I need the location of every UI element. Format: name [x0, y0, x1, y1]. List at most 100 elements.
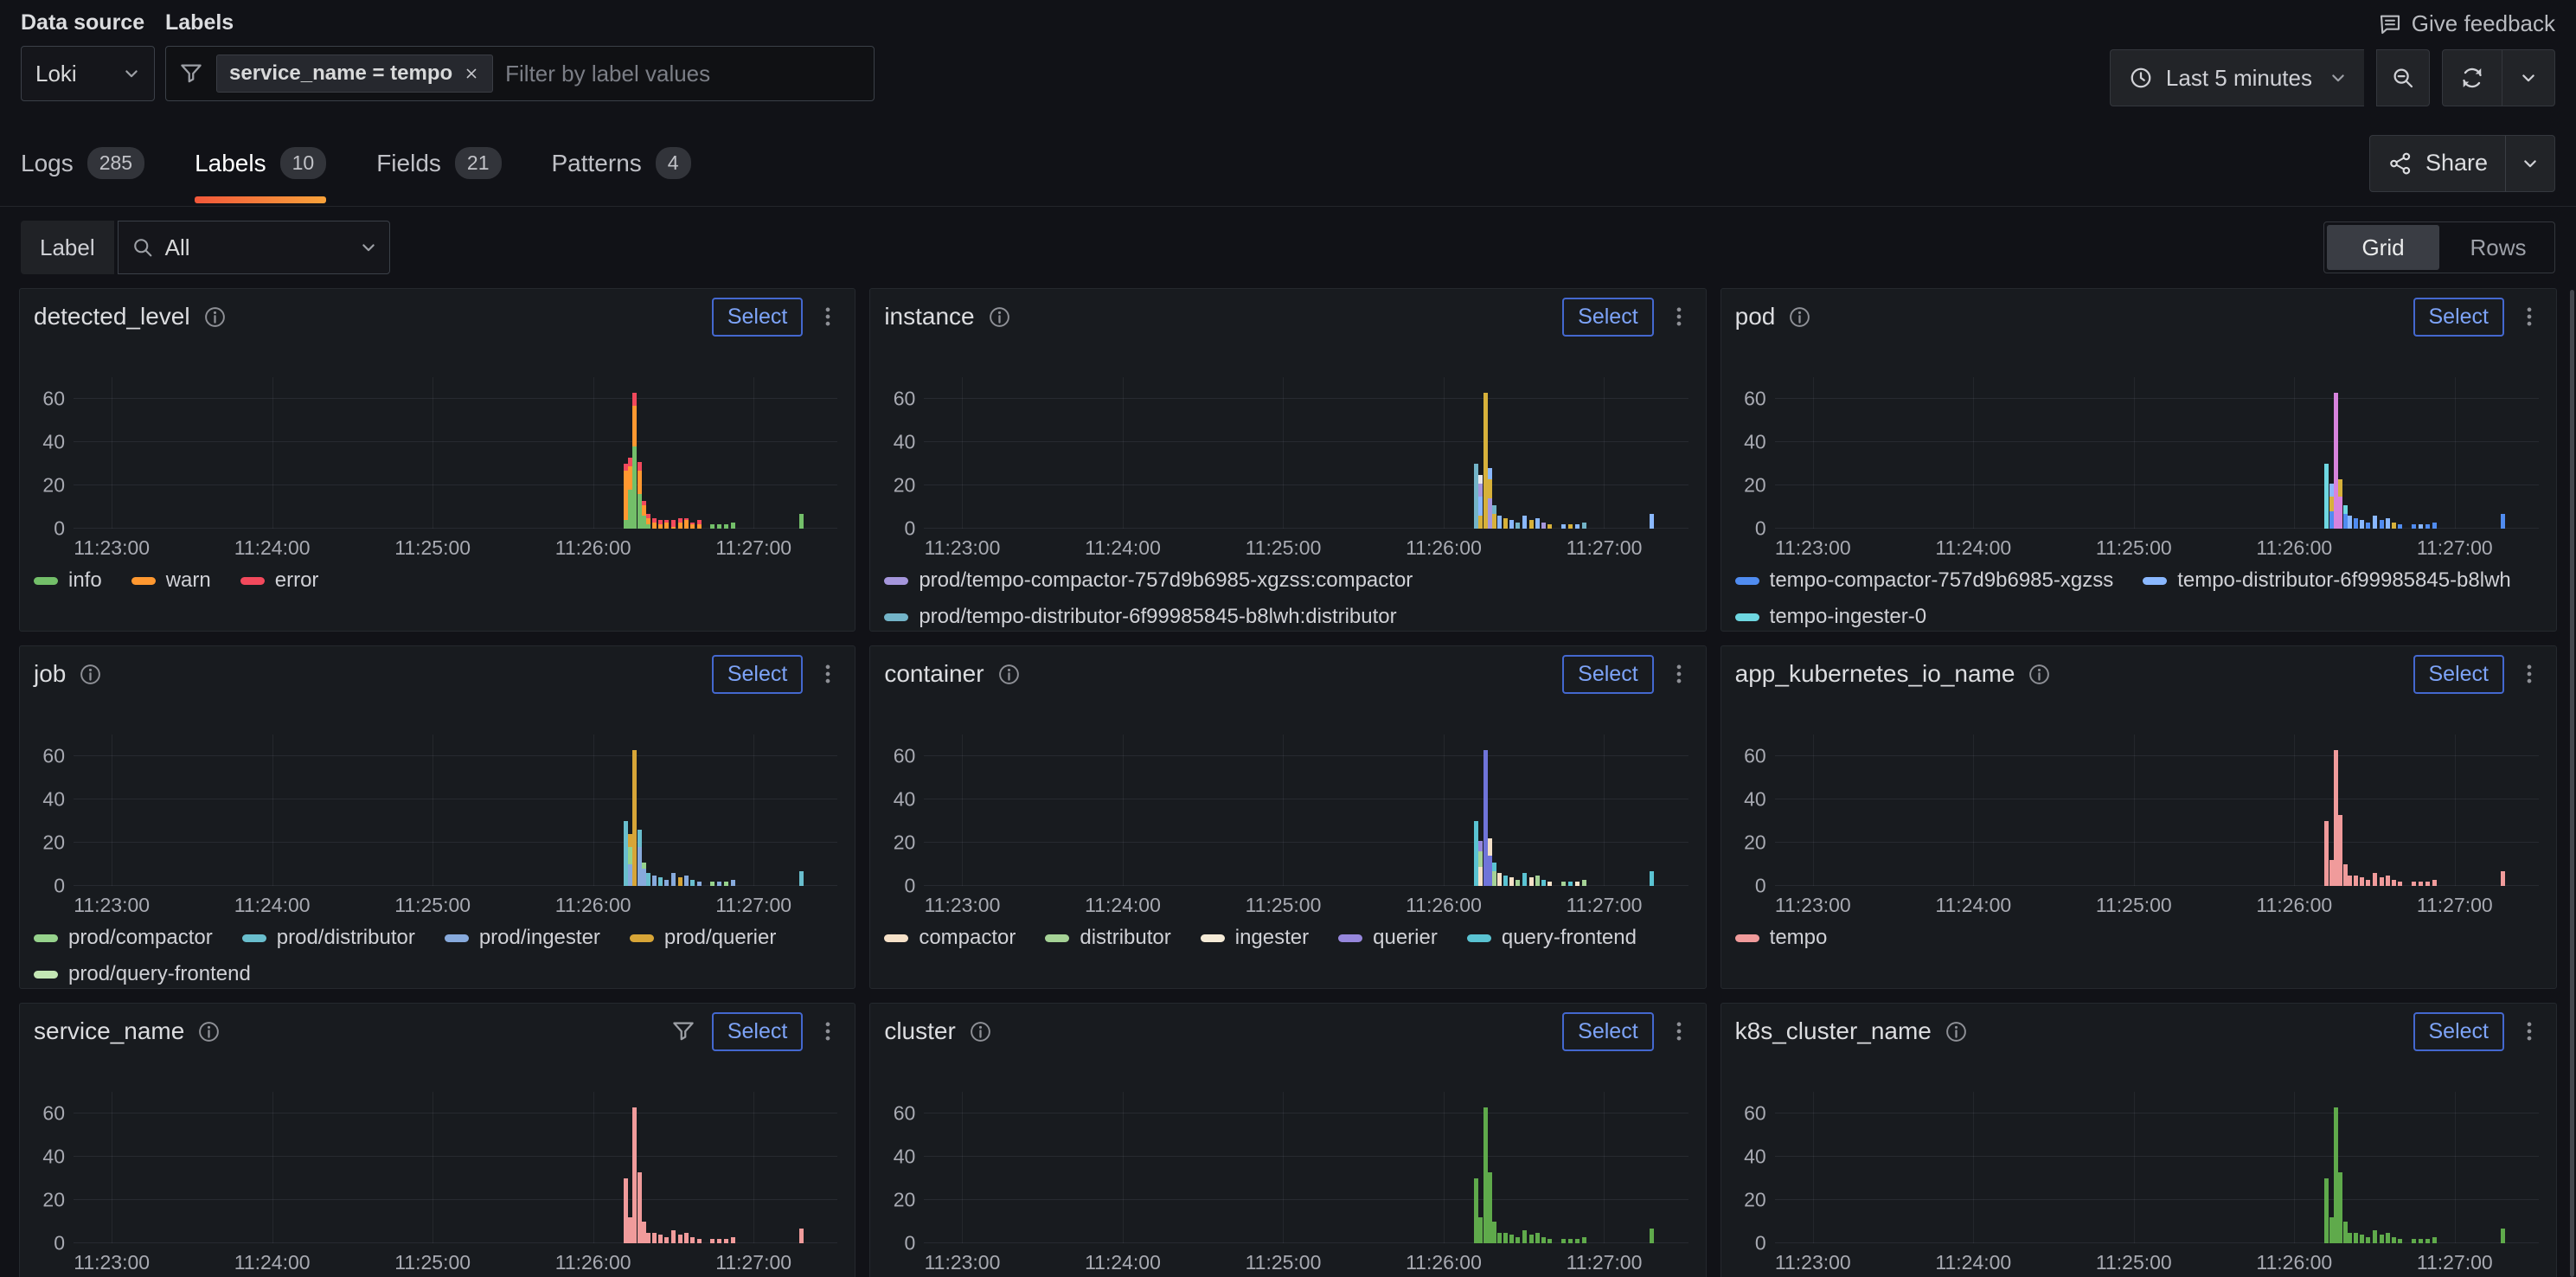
- label-filter-input[interactable]: service_name = tempo Filter by label val…: [165, 46, 875, 101]
- bar: [1541, 735, 1546, 886]
- select-button[interactable]: Select: [2413, 1012, 2504, 1051]
- legend-item[interactable]: ingester: [1201, 926, 1309, 950]
- rows-view-button[interactable]: Rows: [2442, 222, 2554, 273]
- legend-item[interactable]: prod/tempo-compactor-757d9b6985-xgzss:co…: [884, 568, 1413, 593]
- select-button[interactable]: Select: [1562, 655, 1653, 694]
- y-tick-label: 40: [42, 788, 65, 812]
- legend-item[interactable]: distributor: [1045, 926, 1170, 950]
- bar: [1474, 1092, 1478, 1243]
- bar: [1522, 735, 1527, 886]
- bar: [2392, 1092, 2396, 1243]
- zoom-out-button[interactable]: [2376, 49, 2430, 106]
- legend-item[interactable]: prod/distributor: [242, 926, 415, 950]
- panel-filter-icon[interactable]: [670, 1018, 696, 1044]
- legend-item[interactable]: prod/query-frontend: [34, 962, 251, 986]
- gridline: [1444, 735, 1445, 886]
- legend-item[interactable]: prod/tempo-distributor-6f99985845-b8lwh:…: [884, 605, 1396, 629]
- tab-count-badge: 4: [656, 147, 691, 179]
- time-range-picker[interactable]: Last 5 minutes: [2110, 49, 2364, 106]
- y-tick-label: 60: [1744, 745, 1766, 768]
- scrollbar-thumb[interactable]: [2570, 290, 2574, 1277]
- panel-menu-icon[interactable]: [2516, 661, 2542, 687]
- select-button[interactable]: Select: [712, 655, 803, 694]
- panel-menu-icon[interactable]: [815, 1018, 841, 1044]
- plot[interactable]: [924, 735, 1688, 886]
- select-button[interactable]: Select: [1562, 1012, 1653, 1051]
- bar: [731, 377, 735, 529]
- y-tick-label: 0: [905, 1232, 916, 1255]
- tab-patterns[interactable]: Patterns4: [552, 120, 691, 206]
- panel-menu-icon[interactable]: [2516, 304, 2542, 330]
- panel-menu-icon[interactable]: [2516, 1018, 2542, 1044]
- tab-logs[interactable]: Logs285: [21, 120, 144, 206]
- legend-item[interactable]: tempo-compactor-757d9b6985-xgzss: [1735, 568, 2114, 593]
- gridline: [593, 377, 594, 529]
- legend-item[interactable]: tempo-distributor-6f99985845-b8lwh: [2143, 568, 2511, 593]
- legend-item[interactable]: querier: [1338, 926, 1438, 950]
- panel-menu-icon[interactable]: [1666, 661, 1692, 687]
- legend-swatch: [1201, 934, 1225, 942]
- panel-menu-icon[interactable]: [1666, 304, 1692, 330]
- tab-labels[interactable]: Labels10: [195, 120, 326, 206]
- plot[interactable]: [924, 377, 1688, 529]
- select-button[interactable]: Select: [2413, 655, 2504, 694]
- tab-fields[interactable]: Fields21: [376, 120, 501, 206]
- gridline: [924, 842, 1688, 843]
- plot[interactable]: [74, 1092, 837, 1243]
- panel-title: service_name: [34, 1017, 184, 1045]
- datasource-picker[interactable]: Loki: [21, 46, 155, 101]
- y-tick-label: 0: [905, 517, 916, 541]
- give-feedback-link[interactable]: Give feedback: [2377, 10, 2555, 37]
- plot[interactable]: [1775, 377, 2539, 529]
- legend-item[interactable]: info: [34, 568, 102, 593]
- share-button[interactable]: Share: [2369, 135, 2506, 192]
- panel-header: instanceSelect: [870, 292, 1705, 341]
- bar: [2343, 1092, 2348, 1243]
- bar: [1488, 377, 1492, 529]
- plot[interactable]: [74, 735, 837, 886]
- select-button[interactable]: Select: [712, 298, 803, 337]
- chip-remove-icon[interactable]: [463, 65, 480, 82]
- bar: [2348, 735, 2352, 886]
- plot[interactable]: [1775, 1092, 2539, 1243]
- refresh-button[interactable]: [2442, 49, 2502, 106]
- label-search-select[interactable]: All: [118, 221, 390, 274]
- panel-menu-icon[interactable]: [815, 661, 841, 687]
- bar: [1488, 1092, 1492, 1243]
- header: Data source Labels Loki service_name = t…: [0, 0, 2576, 106]
- gridline: [2294, 735, 2295, 886]
- legend-item[interactable]: prod/compactor: [34, 926, 213, 950]
- bar: [2366, 735, 2370, 886]
- select-button[interactable]: Select: [1562, 298, 1653, 337]
- legend-item[interactable]: compactor: [884, 926, 1016, 950]
- plot[interactable]: [74, 377, 837, 529]
- refresh-interval-dropdown[interactable]: [2502, 49, 2555, 106]
- chart-area: 0204060: [870, 698, 1705, 886]
- plot[interactable]: [924, 1092, 1688, 1243]
- legend-item[interactable]: prod/querier: [630, 926, 776, 950]
- legend-item[interactable]: tempo: [1735, 926, 1828, 950]
- legend-label: query-frontend: [1502, 926, 1637, 950]
- panel-title: container: [884, 660, 984, 688]
- y-axis: 0204060: [879, 735, 924, 886]
- legend-item[interactable]: error: [240, 568, 319, 593]
- select-button[interactable]: Select: [2413, 298, 2504, 337]
- legend-item[interactable]: warn: [131, 568, 211, 593]
- panel-menu-icon[interactable]: [815, 304, 841, 330]
- filter-chip[interactable]: service_name = tempo: [216, 55, 493, 93]
- x-tick-label: 11:24:00: [1935, 536, 2011, 560]
- panel-menu-icon[interactable]: [1666, 1018, 1692, 1044]
- legend-item[interactable]: prod/ingester: [445, 926, 600, 950]
- x-tick-label: 11:27:00: [715, 536, 791, 560]
- bar: [1497, 377, 1502, 529]
- plot[interactable]: [1775, 735, 2539, 886]
- share-dropdown[interactable]: [2505, 135, 2555, 192]
- scrollbar[interactable]: [2567, 0, 2576, 1277]
- bar: [2380, 1092, 2384, 1243]
- panel-header: container Select: [870, 650, 1705, 698]
- legend-item[interactable]: query-frontend: [1467, 926, 1637, 950]
- select-button[interactable]: Select: [712, 1012, 803, 1051]
- bar: [1509, 377, 1514, 529]
- legend-item[interactable]: tempo-ingester-0: [1735, 605, 1926, 629]
- grid-view-button[interactable]: Grid: [2327, 225, 2439, 270]
